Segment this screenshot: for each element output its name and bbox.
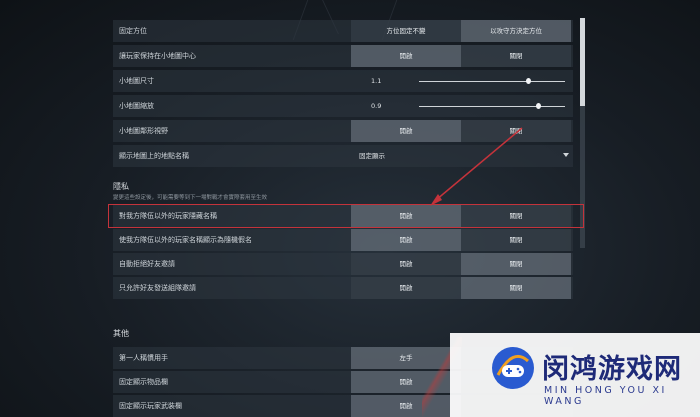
slider-handle[interactable] <box>526 78 531 84</box>
slider-value: 0.9 <box>371 102 382 110</box>
setting-label: 固定顯示玩家武裝欄 <box>119 402 182 410</box>
on-button[interactable]: 開啟 <box>351 277 461 299</box>
setting-label: 使我方隊伍以外的玩家名稱顯示為隨機假名 <box>119 236 252 244</box>
option-button-fixed[interactable]: 方位固定不變 <box>351 20 461 42</box>
slider-handle[interactable] <box>536 103 542 109</box>
setting-row-minimap-zoom: 小地圖縮放 0.9 <box>113 95 573 117</box>
setting-label: 小地圖縮放 <box>119 102 154 110</box>
setting-row-friend-party-invites: 只允許好友發送組隊邀請 開啟 關閉 <box>113 277 573 299</box>
slider-track[interactable] <box>419 105 565 107</box>
on-button[interactable]: 開啟 <box>351 120 461 142</box>
setting-label: 讓玩家保持在小地圖中心 <box>119 52 196 60</box>
setting-label: 顯示地圖上的地點名稱 <box>119 152 189 160</box>
setting-row-fixed-orientation: 固定方位 方位固定不變 以攻守方決定方位 <box>113 20 573 42</box>
setting-label: 第一人稱慣用手 <box>119 354 168 362</box>
scrollbar-thumb[interactable] <box>580 18 585 106</box>
gamepad-logo-icon <box>492 347 534 389</box>
setting-label: 小地圖尺寸 <box>119 77 154 85</box>
setting-row-reject-friend-invites: 自動拒絕好友邀請 開啟 關閉 <box>113 253 573 275</box>
dropdown-value[interactable]: 固定顯示 <box>359 145 385 167</box>
option-button-by-side[interactable]: 以攻守方決定方位 <box>461 20 571 42</box>
off-button[interactable]: 關閉 <box>461 253 571 275</box>
off-button[interactable]: 關閉 <box>461 120 571 142</box>
setting-label: 固定方位 <box>119 27 147 35</box>
chevron-down-icon[interactable] <box>563 153 569 157</box>
off-button[interactable]: 關閉 <box>461 277 571 299</box>
setting-row-keep-centered: 讓玩家保持在小地圖中心 開啟 關閉 <box>113 45 573 67</box>
section-description: 變更這些設定後，可能需要等到下一場對戰才會實際套用至生效 <box>113 195 268 201</box>
slider-value: 1.1 <box>371 77 382 85</box>
setting-label: 只允許好友發送組隊邀請 <box>119 284 196 292</box>
slider-track[interactable] <box>419 80 565 82</box>
section-title-other: 其他 <box>113 329 129 338</box>
setting-row-minimap-size: 小地圖尺寸 1.1 <box>113 70 573 92</box>
setting-label: 自動拒絕好友邀請 <box>119 260 175 268</box>
off-button[interactable]: 關閉 <box>461 45 571 67</box>
setting-row-minimap-vision: 小地圖鄰形視野 開啟 關閉 <box>113 120 573 142</box>
highlight-box <box>108 204 584 228</box>
setting-row-random-names: 使我方隊伍以外的玩家名稱顯示為隨機假名 開啟 關閉 <box>113 229 573 251</box>
watermark: 闵鸿游戏网 MIN HONG YOU XI WANG <box>450 333 700 417</box>
setting-label: 固定顯示物品欄 <box>119 378 168 386</box>
section-title-privacy: 隱私 <box>113 182 129 191</box>
watermark-title: 闵鸿游戏网 <box>542 354 682 385</box>
off-button[interactable]: 關閉 <box>461 229 571 251</box>
on-button[interactable]: 開啟 <box>351 45 461 67</box>
watermark-subtitle: MIN HONG YOU XI WANG <box>544 385 667 407</box>
on-button[interactable]: 開啟 <box>351 229 461 251</box>
setting-row-location-names[interactable]: 顯示地圖上的地點名稱 固定顯示 <box>113 145 573 167</box>
on-button[interactable]: 開啟 <box>351 253 461 275</box>
setting-label: 小地圖鄰形視野 <box>119 127 168 135</box>
